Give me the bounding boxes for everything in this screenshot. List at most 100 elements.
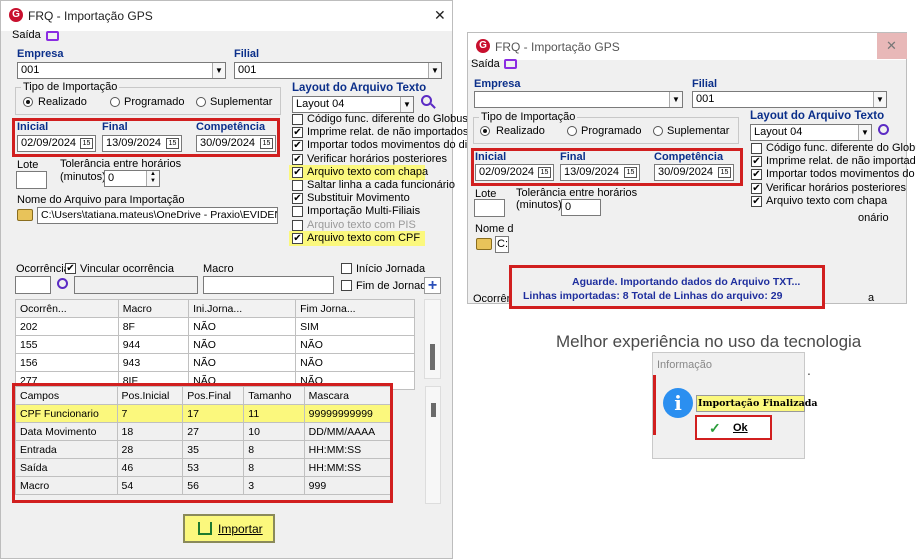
scrollbar[interactable] <box>424 299 441 379</box>
filial-select[interactable]: 001 ▼ <box>234 62 442 79</box>
tolerancia-spinner[interactable]: 0 <box>561 199 601 216</box>
option-checkbox[interactable] <box>292 219 303 231</box>
radio-programado[interactable] <box>567 126 577 136</box>
monitor-icon[interactable] <box>46 31 59 41</box>
chevron-down-icon[interactable]: ▼ <box>400 97 413 112</box>
background-slogan: Melhor experiência no uso da tecnologia <box>556 332 862 351</box>
option-checkbox[interactable] <box>751 143 762 154</box>
radio-realizado[interactable] <box>480 126 490 136</box>
option-checkbox[interactable]: ✔ <box>292 166 303 178</box>
option-label: Código func. diferente do Globus <box>766 142 916 154</box>
option-checkbox[interactable] <box>292 180 303 191</box>
nome-arquivo-input[interactable]: C:\Users\tatiana.mateus\OneDrive - Praxi… <box>37 207 278 224</box>
option-checkbox[interactable]: ✔ <box>751 156 762 168</box>
menu-saida[interactable]: Saída <box>471 58 500 70</box>
tolerancia-spinner[interactable]: 0 ▲ ▼ <box>104 170 160 187</box>
radio-realizado[interactable] <box>23 97 33 107</box>
macro-input[interactable] <box>203 276 334 294</box>
ocorrencia-input[interactable] <box>15 276 51 294</box>
competencia-date-input[interactable]: 30/09/2024 15 <box>196 135 276 152</box>
layout-select[interactable]: Layout 04 ▼ <box>292 96 414 113</box>
column-header[interactable]: Ini.Jorna... <box>188 299 297 318</box>
ok-button[interactable]: ✓ Ok <box>695 415 772 440</box>
spinner-arrows-icon[interactable]: ▲ ▼ <box>146 171 159 186</box>
competencia-date-input[interactable]: 30/09/2024 15 <box>654 164 734 181</box>
chevron-down-icon[interactable]: ▼ <box>428 63 441 78</box>
chevron-down-icon[interactable]: ▼ <box>858 125 871 140</box>
tipo-importacao-label: Tipo de Importação <box>479 111 578 123</box>
progress-message-box: Aguarde. Importando dados do Arquivo TXT… <box>509 265 825 309</box>
nome-arquivo-input[interactable]: C: <box>495 236 509 253</box>
partial-option-text: onário <box>858 212 889 224</box>
chevron-down-icon[interactable]: ▼ <box>669 92 682 107</box>
search-icon[interactable] <box>57 278 68 289</box>
empresa-select[interactable]: ▼ <box>474 91 683 108</box>
importar-button[interactable]: Importar <box>183 514 275 543</box>
table-cell: 155 <box>15 335 119 354</box>
monitor-icon[interactable] <box>504 59 517 69</box>
calendar-icon[interactable]: 15 <box>80 138 93 149</box>
calendar-icon[interactable]: 15 <box>260 138 273 149</box>
ocorrencia-desc-input <box>74 276 198 294</box>
check-icon: ✓ <box>709 420 721 436</box>
final-date-input[interactable]: 13/09/2024 15 <box>560 164 640 181</box>
final-label: Final <box>102 121 128 133</box>
add-button[interactable]: + <box>424 277 441 294</box>
calendar-icon[interactable]: 15 <box>624 167 637 178</box>
option-label: Arquivo texto com PIS <box>307 218 416 231</box>
empresa-select[interactable]: 001 ▼ <box>17 62 226 79</box>
filial-select[interactable]: 001 ▼ <box>692 91 887 108</box>
option-checkbox[interactable] <box>292 114 303 125</box>
calendar-icon[interactable]: 15 <box>538 167 551 178</box>
scrollbar-thumb[interactable] <box>431 403 436 417</box>
radio-programado[interactable] <box>110 97 120 107</box>
option-label: Código func. diferente do Globus <box>307 113 468 125</box>
radio-suplementar[interactable] <box>196 97 206 107</box>
option-label: Importar todos movimentos do dia <box>766 168 916 181</box>
layout-select[interactable]: Layout 04 ▼ <box>750 124 872 141</box>
option-checkbox[interactable]: ✔ <box>292 153 303 165</box>
title-bar: G FRQ - Importação GPS ✕ <box>1 1 452 31</box>
column-header[interactable]: Macro <box>117 299 190 318</box>
table-row[interactable]: 202 8F NÃO SIM <box>15 317 415 336</box>
fim-jornada-checkbox[interactable] <box>341 280 352 291</box>
folder-open-icon[interactable] <box>17 209 33 221</box>
search-icon[interactable] <box>878 124 889 135</box>
close-icon[interactable]: ✕ <box>434 7 446 24</box>
inicio-jornada-checkbox[interactable] <box>341 263 352 274</box>
radio-programado-label: Programado <box>124 96 185 108</box>
close-icon[interactable]: ✕ <box>886 38 897 54</box>
menu-saida[interactable]: Saída <box>12 29 41 41</box>
column-header[interactable]: Ocorrên... <box>15 299 119 318</box>
lote-input[interactable] <box>16 171 47 189</box>
layout-label: Layout do Arquivo Texto <box>750 110 885 122</box>
scrollbar[interactable] <box>425 386 441 504</box>
radio-suplementar[interactable] <box>653 126 663 136</box>
option-checkbox[interactable]: ✔ <box>751 169 762 181</box>
option-checkbox[interactable]: ✔ <box>751 195 762 207</box>
option-checkbox[interactable]: ✔ <box>292 140 303 152</box>
layout-label: Layout do Arquivo Texto <box>292 82 427 94</box>
option-checkbox[interactable]: ✔ <box>751 182 762 194</box>
calendar-icon[interactable]: 15 <box>718 167 731 178</box>
lote-input[interactable] <box>474 199 505 217</box>
table-row[interactable]: 155 944 NÃO NÃO <box>15 335 415 354</box>
folder-open-icon[interactable] <box>476 238 492 250</box>
option-checkbox[interactable]: ✔ <box>292 127 303 139</box>
option-checkbox[interactable]: ✔ <box>292 232 303 244</box>
inicial-date-input[interactable]: 02/09/2024 15 <box>17 135 96 152</box>
column-header[interactable]: Fim Jorna... <box>295 299 415 318</box>
chevron-down-icon[interactable]: ▼ <box>873 92 886 107</box>
inicial-date-input[interactable]: 02/09/2024 15 <box>475 164 554 181</box>
competencia-label: Competência <box>654 151 724 163</box>
chevron-down-icon[interactable]: ▼ <box>212 63 225 78</box>
vincular-checkbox[interactable]: ✔ <box>65 263 76 274</box>
final-date-input[interactable]: 13/09/2024 15 <box>102 135 182 152</box>
background-dot: . <box>807 362 811 378</box>
tolerancia-minutos-label: (minutos) <box>60 171 106 183</box>
calendar-icon[interactable]: 15 <box>166 138 179 149</box>
table-row[interactable]: 156 943 NÃO NÃO <box>15 353 415 372</box>
option-checkbox[interactable] <box>292 206 303 218</box>
scrollbar-thumb[interactable] <box>430 344 435 370</box>
option-checkbox[interactable]: ✔ <box>292 193 303 205</box>
